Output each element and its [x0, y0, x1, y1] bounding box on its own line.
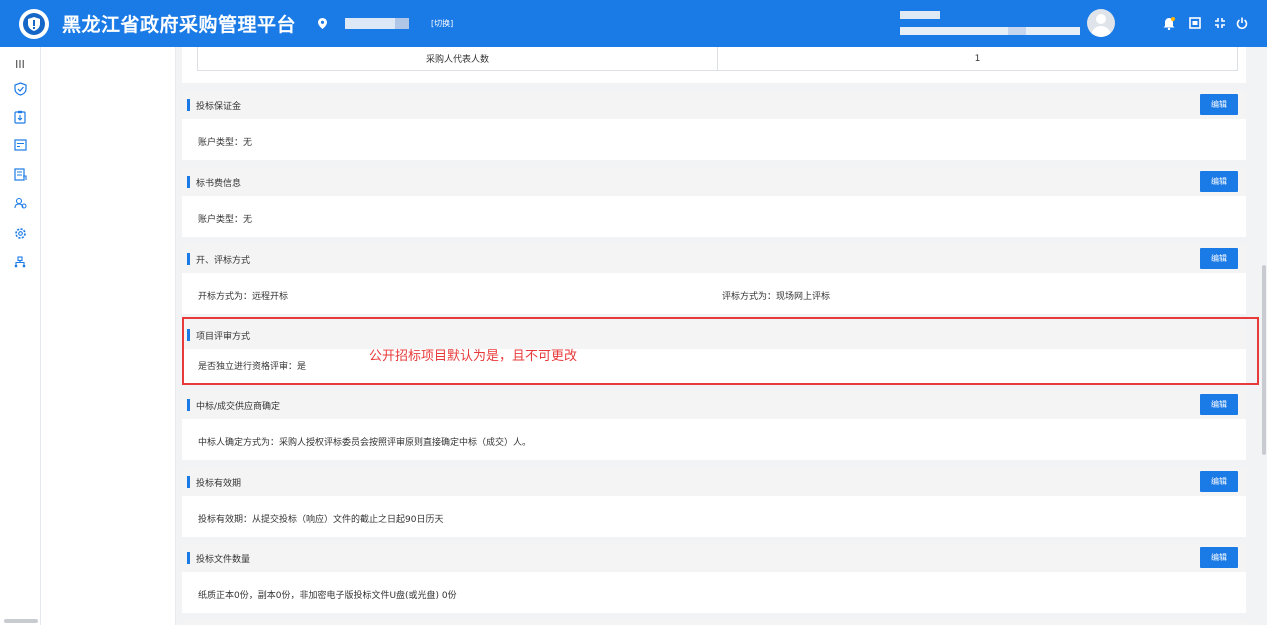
section-title: 投标文件数量 [196, 554, 251, 565]
edit-button[interactable]: 编辑 [1200, 394, 1238, 415]
opening-method-text: 开标方式为：远程开标 [198, 292, 289, 302]
edit-button[interactable]: 编辑 [1200, 471, 1238, 492]
bell-icon[interactable] [1160, 14, 1178, 32]
section-supplier-determination: 中标/成交供应商确定 编辑 中标人确定方式为：采购人授权评标委员会按照评审原则直… [182, 391, 1246, 460]
section-title: 投标保证金 [196, 101, 242, 112]
edit-button[interactable]: 编辑 [1200, 547, 1238, 568]
table-cell-label: 采购人代表人数 [198, 47, 718, 70]
section-title: 投标有效期 [196, 478, 242, 489]
section-content: 投标有效期：从提交投标（响应）文件的截止之日起90日历天 [198, 515, 444, 525]
list-icon[interactable] [12, 137, 28, 153]
logo [19, 8, 49, 39]
section-bid-validity: 投标有效期 编辑 投标有效期：从提交投标（响应）文件的截止之日起90日历天 [182, 468, 1246, 537]
clipboard-icon[interactable] [12, 109, 28, 125]
section-content: 纸质正本0份，副本0份，非加密电子版投标文件U盘(或光盘) 0份 [198, 591, 457, 601]
section-content: 账户类型：无 [198, 215, 253, 225]
section-content: 账户类型：无 [198, 138, 253, 148]
sidebar [0, 47, 41, 625]
table-row: 采购人代表人数 1 [197, 47, 1238, 71]
document-icon[interactable] [12, 166, 28, 182]
edit-button[interactable]: 编辑 [1200, 171, 1238, 192]
section-bid-opening-method: 开、评标方式 编辑 开标方式为：远程开标 评标方式为：现场网上评标 [182, 245, 1246, 314]
edit-button[interactable]: 编辑 [1200, 94, 1238, 115]
shield-icon[interactable] [12, 81, 28, 97]
fullscreen-icon[interactable] [1211, 14, 1229, 32]
main-scrollbar[interactable] [1262, 265, 1266, 455]
table-cell-value: 1 [974, 53, 981, 64]
avatar[interactable] [1087, 9, 1115, 37]
sidebar-scrollbar[interactable] [4, 619, 38, 623]
edit-button[interactable]: 编辑 [1200, 248, 1238, 269]
location-icon [318, 18, 328, 29]
section-title: 中标/成交供应商确定 [196, 401, 281, 412]
annotation-note: 公开招标项目默认为是，且不可更改 [369, 349, 578, 364]
gear-icon[interactable] [12, 225, 28, 241]
section-bid-bond: 投标保证金 编辑 账户类型：无 [182, 91, 1246, 160]
platform-title: 黑龙江省政府采购管理平台 [62, 14, 297, 36]
switch-region-link[interactable]: [切换] [431, 18, 453, 29]
menu-icon[interactable] [12, 56, 28, 72]
representative-table: 采购人代表人数 1 [182, 47, 1246, 83]
section-document-fee: 标书费信息 编辑 账户类型：无 [182, 168, 1246, 237]
highlight-box [182, 317, 1259, 385]
section-bid-copies: 投标文件数量 编辑 纸质正本0份，副本0份，非加密电子版投标文件U盘(或光盘) … [182, 544, 1246, 613]
power-icon[interactable] [1233, 14, 1251, 32]
org-icon[interactable] [12, 254, 28, 270]
secondary-nav-panel [41, 47, 176, 625]
users-icon[interactable] [12, 195, 28, 211]
section-title: 开、评标方式 [196, 255, 251, 266]
section-content: 中标人确定方式为：采购人授权评标委员会按照评审原则直接确定中标（成交）人。 [198, 438, 532, 448]
window-icon[interactable] [1186, 14, 1204, 32]
user-info [900, 11, 1080, 35]
evaluation-method-text: 评标方式为：现场网上评标 [722, 292, 831, 302]
section-next [182, 621, 1246, 625]
section-title: 标书费信息 [196, 178, 242, 189]
region-name [345, 18, 410, 29]
